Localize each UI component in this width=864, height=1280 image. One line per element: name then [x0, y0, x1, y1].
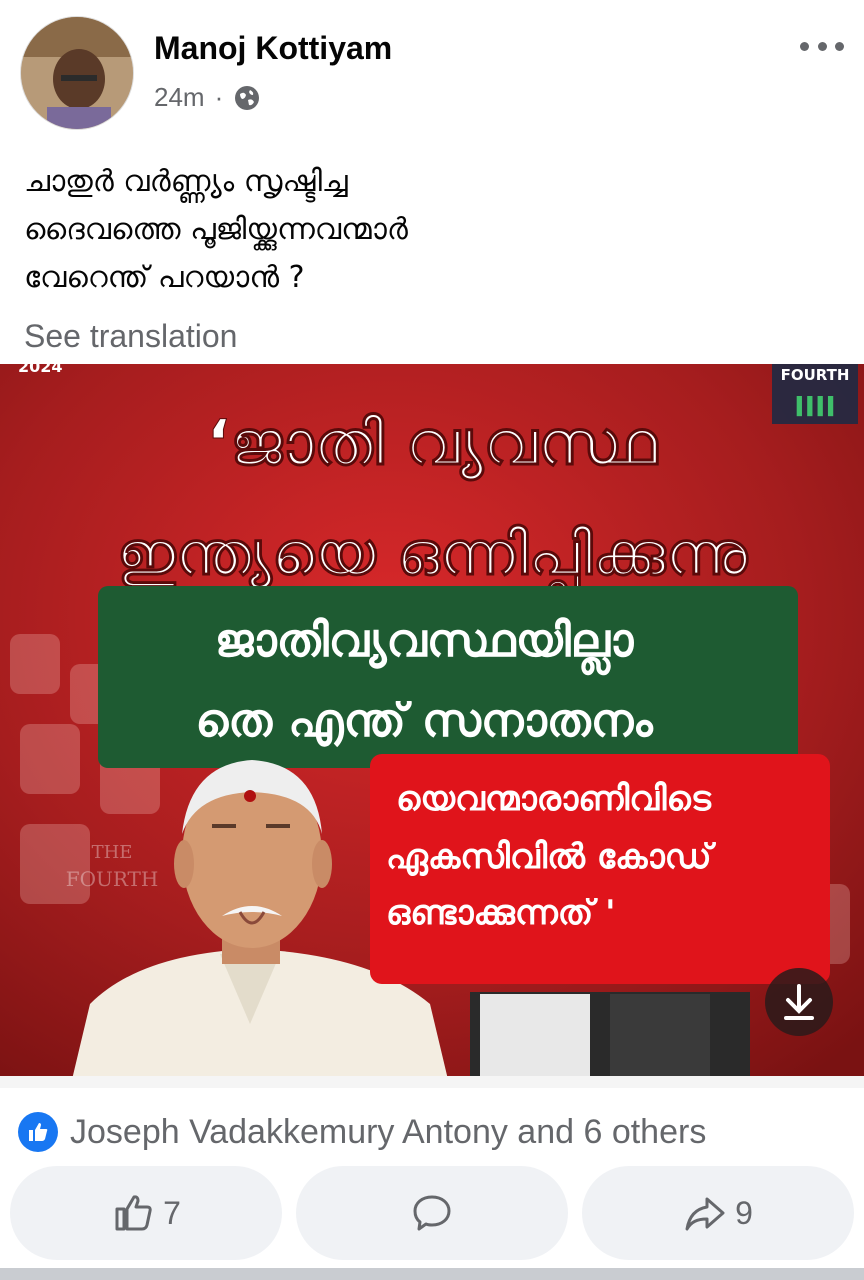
logo-marks: IIII [794, 390, 836, 423]
headline-line-2: ഇന്ത്യയെ ഒന്നിപ്പിക്കുന്നു [117, 519, 749, 598]
bottom-photo-figure [610, 994, 710, 1088]
post-text: ചാതുർ വർണ്ണ്യം സൃഷ്ടിച്ച ദൈവത്തെ പൂജിയ്ക… [24, 164, 408, 295]
like-button[interactable]: 7 [10, 1166, 282, 1260]
reactions-summary[interactable]: Joseph Vadakkemury Antony and 6 others [18, 1112, 706, 1152]
avatar-photo [21, 17, 133, 129]
post-header: Manoj Kottiyam 24m · [0, 0, 864, 140]
action-bar: 7 9 [0, 1166, 864, 1260]
post-image[interactable]: 2024 FOURTH IIII ‘ജാതി വ്യവസ്ഥ ഇന്ത്യയെ … [0, 364, 864, 1088]
logo-label: FOURTH [781, 366, 850, 384]
more-options-button[interactable] [800, 36, 844, 56]
like-icon [115, 1195, 152, 1231]
share-icon [685, 1197, 725, 1231]
watermark-line-2: FOURTH [66, 867, 159, 891]
watermark-line-1: THE [92, 842, 133, 863]
more-dot [800, 41, 809, 51]
share-button[interactable]: 9 [582, 1166, 854, 1260]
download-icon[interactable] [765, 968, 833, 1036]
globe-icon [235, 85, 260, 110]
green-box-line-2: തെ എന്ത് സനാതനം [195, 693, 653, 748]
post-image-graphic: 2024 FOURTH IIII ‘ജാതി വ്യവസ്ഥ ഇന്ത്യയെ … [0, 364, 864, 1088]
post-time[interactable]: 24m [154, 82, 205, 113]
feed-divider [0, 1268, 864, 1280]
bottom-photo-figure [480, 994, 590, 1088]
green-box-line-1: ജാതിവ്യവസ്ഥയില്ലാ [215, 613, 634, 675]
top-left-label: 2024 [18, 364, 63, 376]
red-box-line-2: ഏകസിവിൽ കോഡ് [386, 837, 717, 877]
headline-line-1: ‘ജാതി വ്യവസ്ഥ [207, 406, 659, 481]
thumbs-up-icon [18, 1112, 58, 1152]
see-translation-link[interactable]: See translation [24, 318, 237, 355]
comment-button[interactable] [296, 1166, 568, 1260]
author-avatar[interactable] [20, 16, 134, 130]
image-bottom-band [0, 1076, 864, 1088]
post-meta: 24m · [154, 82, 261, 113]
meta-separator: · [214, 82, 224, 112]
like-count: 7 [163, 1194, 181, 1231]
author-name[interactable]: Manoj Kottiyam [154, 30, 392, 67]
comment-icon [413, 1195, 451, 1231]
share-count: 9 [735, 1194, 753, 1231]
more-dot [817, 41, 827, 51]
red-box-line-3: ഒണ്ടാക്കുന്നത് ' [386, 893, 616, 933]
reactions-text: Joseph Vadakkemury Antony and 6 others [70, 1112, 707, 1151]
more-dot [835, 41, 844, 51]
red-box-line-1: യെവന്മാരാണിവിടെ [396, 779, 712, 819]
